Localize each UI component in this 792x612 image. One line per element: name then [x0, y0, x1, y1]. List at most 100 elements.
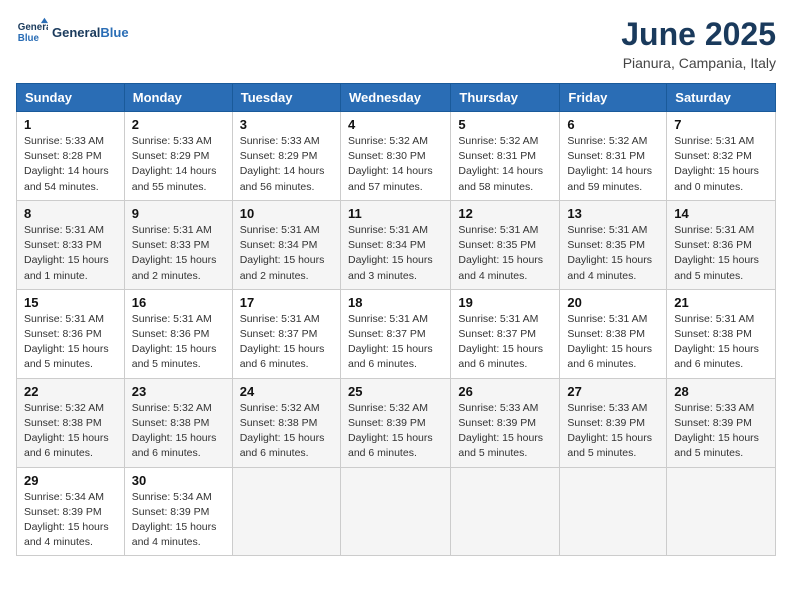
day-number: 4: [348, 117, 443, 132]
calendar-cell: 16 Sunrise: 5:31 AMSunset: 8:36 PMDayligh…: [124, 289, 232, 378]
day-number: 30: [132, 473, 225, 488]
day-number: 22: [24, 384, 117, 399]
day-number: 27: [567, 384, 659, 399]
day-info: Sunrise: 5:31 AMSunset: 8:34 PMDaylight:…: [240, 223, 333, 284]
calendar-cell: 30 Sunrise: 5:34 AMSunset: 8:39 PMDayligh…: [124, 467, 232, 556]
day-info: Sunrise: 5:31 AMSunset: 8:33 PMDaylight:…: [132, 223, 225, 284]
day-info: Sunrise: 5:31 AMSunset: 8:37 PMDaylight:…: [348, 312, 443, 373]
calendar-week-2: 8 Sunrise: 5:31 AMSunset: 8:33 PMDaylight…: [17, 200, 776, 289]
day-number: 5: [458, 117, 552, 132]
calendar-cell: 29Sunrise: 5:34 AMSunset: 8:39 PMDayligh…: [17, 467, 125, 556]
day-number: 24: [240, 384, 333, 399]
day-info: Sunrise: 5:32 AMSunset: 8:38 PMDaylight:…: [24, 401, 117, 462]
day-info: Sunrise: 5:31 AMSunset: 8:36 PMDaylight:…: [24, 312, 117, 373]
day-info: Sunrise: 5:31 AMSunset: 8:38 PMDaylight:…: [674, 312, 768, 373]
day-number: 23: [132, 384, 225, 399]
day-number: 6: [567, 117, 659, 132]
calendar-week-3: 15 Sunrise: 5:31 AMSunset: 8:36 PMDayligh…: [17, 289, 776, 378]
calendar-cell: 6 Sunrise: 5:32 AMSunset: 8:31 PMDaylight…: [560, 112, 667, 201]
calendar-subtitle: Pianura, Campania, Italy: [621, 55, 776, 71]
col-header-saturday: Saturday: [667, 84, 776, 112]
calendar-cell: 11 Sunrise: 5:31 AMSunset: 8:34 PMDayligh…: [340, 200, 450, 289]
calendar-cell: [667, 467, 776, 556]
calendar-cell: 2Sunrise: 5:33 AMSunset: 8:29 PMDaylight…: [124, 112, 232, 201]
day-info: Sunrise: 5:31 AMSunset: 8:36 PMDaylight:…: [674, 223, 768, 284]
day-info: Sunrise: 5:32 AMSunset: 8:31 PMDaylight:…: [567, 134, 659, 195]
day-number: 20: [567, 295, 659, 310]
day-number: 3: [240, 117, 333, 132]
day-info: Sunrise: 5:32 AMSunset: 8:38 PMDaylight:…: [132, 401, 225, 462]
day-info: Sunrise: 5:33 AMSunset: 8:39 PMDaylight:…: [458, 401, 552, 462]
calendar-cell: 8 Sunrise: 5:31 AMSunset: 8:33 PMDaylight…: [17, 200, 125, 289]
calendar-table: SundayMondayTuesdayWednesdayThursdayFrid…: [16, 83, 776, 556]
day-number: 7: [674, 117, 768, 132]
day-number: 8: [24, 206, 117, 221]
calendar-cell: 26Sunrise: 5:33 AMSunset: 8:39 PMDayligh…: [451, 378, 560, 467]
day-info: Sunrise: 5:33 AMSunset: 8:39 PMDaylight:…: [567, 401, 659, 462]
calendar-cell: [340, 467, 450, 556]
calendar-cell: 25 Sunrise: 5:32 AMSunset: 8:39 PMDayligh…: [340, 378, 450, 467]
day-info: Sunrise: 5:33 AMSunset: 8:29 PMDaylight:…: [240, 134, 333, 195]
day-info: Sunrise: 5:32 AMSunset: 8:38 PMDaylight:…: [240, 401, 333, 462]
day-info: Sunrise: 5:33 AMSunset: 8:28 PMDaylight:…: [24, 134, 117, 195]
day-number: 11: [348, 206, 443, 221]
col-header-monday: Monday: [124, 84, 232, 112]
day-info: Sunrise: 5:31 AMSunset: 8:38 PMDaylight:…: [567, 312, 659, 373]
col-header-tuesday: Tuesday: [232, 84, 340, 112]
calendar-cell: 22 Sunrise: 5:32 AMSunset: 8:38 PMDayligh…: [17, 378, 125, 467]
day-info: Sunrise: 5:32 AMSunset: 8:31 PMDaylight:…: [458, 134, 552, 195]
logo-text: GeneralBlue: [52, 25, 129, 40]
svg-text:General: General: [18, 22, 48, 33]
day-info: Sunrise: 5:34 AMSunset: 8:39 PMDaylight:…: [132, 490, 225, 551]
calendar-cell: [560, 467, 667, 556]
day-number: 18: [348, 295, 443, 310]
day-info: Sunrise: 5:31 AMSunset: 8:36 PMDaylight:…: [132, 312, 225, 373]
day-info: Sunrise: 5:31 AMSunset: 8:35 PMDaylight:…: [567, 223, 659, 284]
calendar-week-4: 22 Sunrise: 5:32 AMSunset: 8:38 PMDayligh…: [17, 378, 776, 467]
day-info: Sunrise: 5:33 AMSunset: 8:39 PMDaylight:…: [674, 401, 768, 462]
col-header-friday: Friday: [560, 84, 667, 112]
day-number: 15: [24, 295, 117, 310]
day-number: 13: [567, 206, 659, 221]
calendar-title: June 2025: [621, 16, 776, 53]
day-number: 14: [674, 206, 768, 221]
day-number: 28: [674, 384, 768, 399]
calendar-cell: 7Sunrise: 5:31 AMSunset: 8:32 PMDaylight…: [667, 112, 776, 201]
day-info: Sunrise: 5:31 AMSunset: 8:37 PMDaylight:…: [458, 312, 552, 373]
day-number: 21: [674, 295, 768, 310]
col-header-sunday: Sunday: [17, 84, 125, 112]
page-header: General Blue GeneralBlue June 2025 Pianu…: [16, 16, 776, 71]
title-block: June 2025 Pianura, Campania, Italy: [621, 16, 776, 71]
day-number: 9: [132, 206, 225, 221]
col-header-thursday: Thursday: [451, 84, 560, 112]
calendar-cell: 12Sunrise: 5:31 AMSunset: 8:35 PMDayligh…: [451, 200, 560, 289]
day-info: Sunrise: 5:34 AMSunset: 8:39 PMDaylight:…: [24, 490, 117, 551]
day-number: 1: [24, 117, 117, 132]
calendar-week-1: 1 Sunrise: 5:33 AMSunset: 8:28 PMDaylight…: [17, 112, 776, 201]
day-info: Sunrise: 5:31 AMSunset: 8:33 PMDaylight:…: [24, 223, 117, 284]
calendar-cell: [232, 467, 340, 556]
svg-text:Blue: Blue: [18, 33, 40, 44]
calendar-cell: 20 Sunrise: 5:31 AMSunset: 8:38 PMDayligh…: [560, 289, 667, 378]
calendar-cell: 15 Sunrise: 5:31 AMSunset: 8:36 PMDayligh…: [17, 289, 125, 378]
calendar-cell: 1 Sunrise: 5:33 AMSunset: 8:28 PMDaylight…: [17, 112, 125, 201]
calendar-header-row: SundayMondayTuesdayWednesdayThursdayFrid…: [17, 84, 776, 112]
calendar-cell: [451, 467, 560, 556]
day-number: 19: [458, 295, 552, 310]
day-number: 25: [348, 384, 443, 399]
calendar-cell: 4 Sunrise: 5:32 AMSunset: 8:30 PMDaylight…: [340, 112, 450, 201]
calendar-cell: 27 Sunrise: 5:33 AMSunset: 8:39 PMDayligh…: [560, 378, 667, 467]
day-number: 16: [132, 295, 225, 310]
calendar-body: 1 Sunrise: 5:33 AMSunset: 8:28 PMDaylight…: [17, 112, 776, 556]
day-info: Sunrise: 5:32 AMSunset: 8:30 PMDaylight:…: [348, 134, 443, 195]
calendar-cell: 5 Sunrise: 5:32 AMSunset: 8:31 PMDaylight…: [451, 112, 560, 201]
day-number: 12: [458, 206, 552, 221]
calendar-cell: 13 Sunrise: 5:31 AMSunset: 8:35 PMDayligh…: [560, 200, 667, 289]
calendar-cell: 21 Sunrise: 5:31 AMSunset: 8:38 PMDayligh…: [667, 289, 776, 378]
calendar-week-5: 29Sunrise: 5:34 AMSunset: 8:39 PMDayligh…: [17, 467, 776, 556]
day-info: Sunrise: 5:33 AMSunset: 8:29 PMDaylight:…: [132, 134, 225, 195]
day-number: 10: [240, 206, 333, 221]
calendar-cell: 17Sunrise: 5:31 AMSunset: 8:37 PMDayligh…: [232, 289, 340, 378]
day-info: Sunrise: 5:31 AMSunset: 8:34 PMDaylight:…: [348, 223, 443, 284]
day-info: Sunrise: 5:32 AMSunset: 8:39 PMDaylight:…: [348, 401, 443, 462]
